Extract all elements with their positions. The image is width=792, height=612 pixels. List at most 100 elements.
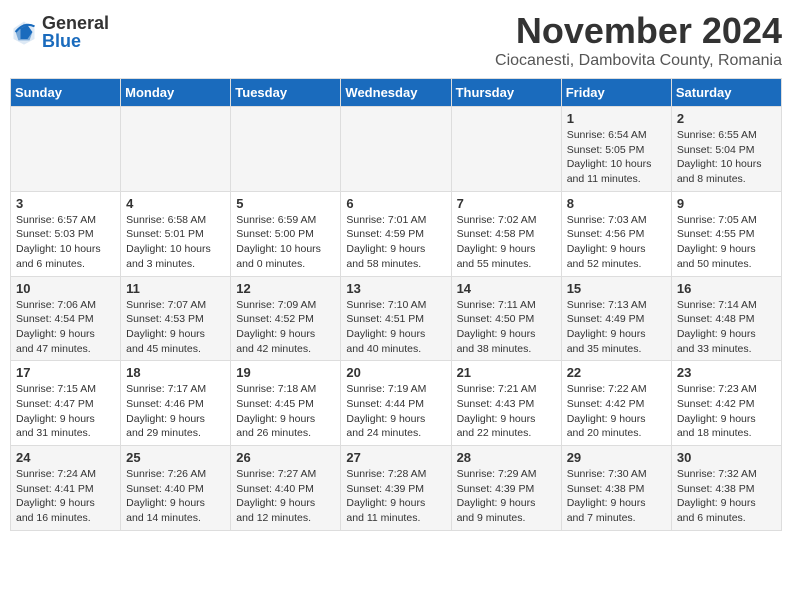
day-info: Sunrise: 7:15 AMSunset: 4:47 PMDaylight:…	[16, 382, 115, 441]
calendar-cell: 2 Sunrise: 6:55 AMSunset: 5:04 PMDaylight…	[671, 107, 781, 192]
weekday-header: Tuesday	[231, 79, 341, 107]
day-info: Sunrise: 6:59 AMSunset: 5:00 PMDaylight:…	[236, 213, 335, 272]
day-number: 16	[677, 281, 776, 296]
day-number: 14	[457, 281, 556, 296]
day-number: 22	[567, 365, 666, 380]
day-number: 21	[457, 365, 556, 380]
day-number: 5	[236, 196, 335, 211]
calendar-cell: 23 Sunrise: 7:23 AMSunset: 4:42 PMDayligh…	[671, 361, 781, 446]
day-info: Sunrise: 7:13 AMSunset: 4:49 PMDaylight:…	[567, 298, 666, 357]
day-number: 24	[16, 450, 115, 465]
day-number: 23	[677, 365, 776, 380]
day-number: 25	[126, 450, 225, 465]
calendar-cell: 22 Sunrise: 7:22 AMSunset: 4:42 PMDayligh…	[561, 361, 671, 446]
day-number: 28	[457, 450, 556, 465]
day-info: Sunrise: 7:29 AMSunset: 4:39 PMDaylight:…	[457, 467, 556, 526]
calendar-cell: 21 Sunrise: 7:21 AMSunset: 4:43 PMDayligh…	[451, 361, 561, 446]
calendar-cell: 13 Sunrise: 7:10 AMSunset: 4:51 PMDayligh…	[341, 276, 451, 361]
calendar-cell: 7 Sunrise: 7:02 AMSunset: 4:58 PMDaylight…	[451, 191, 561, 276]
day-number: 18	[126, 365, 225, 380]
calendar-week-row: 17 Sunrise: 7:15 AMSunset: 4:47 PMDayligh…	[11, 361, 782, 446]
day-number: 26	[236, 450, 335, 465]
day-info: Sunrise: 7:01 AMSunset: 4:59 PMDaylight:…	[346, 213, 445, 272]
calendar-cell: 1Sunrise: 6:54 AMSunset: 5:05 PMDaylight…	[561, 107, 671, 192]
day-info: Sunrise: 7:22 AMSunset: 4:42 PMDaylight:…	[567, 382, 666, 441]
day-number: 2	[677, 111, 776, 126]
day-number: 19	[236, 365, 335, 380]
calendar-cell	[451, 107, 561, 192]
day-info: Sunrise: 7:02 AMSunset: 4:58 PMDaylight:…	[457, 213, 556, 272]
day-number: 17	[16, 365, 115, 380]
calendar-cell: 26 Sunrise: 7:27 AMSunset: 4:40 PMDayligh…	[231, 446, 341, 531]
day-info: Sunrise: 6:58 AMSunset: 5:01 PMDaylight:…	[126, 213, 225, 272]
day-info: Sunrise: 6:57 AMSunset: 5:03 PMDaylight:…	[16, 213, 115, 272]
title-section: November 2024 Ciocanesti, Dambovita Coun…	[495, 10, 782, 70]
day-info: Sunrise: 6:55 AMSunset: 5:04 PMDaylight:…	[677, 128, 776, 187]
weekday-header: Monday	[121, 79, 231, 107]
weekday-header-row: SundayMondayTuesdayWednesdayThursdayFrid…	[11, 79, 782, 107]
calendar-cell: 4Sunrise: 6:58 AMSunset: 5:01 PMDaylight…	[121, 191, 231, 276]
calendar-cell: 3Sunrise: 6:57 AMSunset: 5:03 PMDaylight…	[11, 191, 121, 276]
day-number: 1	[567, 111, 666, 126]
calendar-cell: 12Sunrise: 7:09 AMSunset: 4:52 PMDayligh…	[231, 276, 341, 361]
day-info: Sunrise: 7:24 AMSunset: 4:41 PMDaylight:…	[16, 467, 115, 526]
calendar: SundayMondayTuesdayWednesdayThursdayFrid…	[10, 78, 782, 531]
day-info: Sunrise: 7:32 AMSunset: 4:38 PMDaylight:…	[677, 467, 776, 526]
calendar-cell: 30 Sunrise: 7:32 AMSunset: 4:38 PMDayligh…	[671, 446, 781, 531]
day-info: Sunrise: 7:07 AMSunset: 4:53 PMDaylight:…	[126, 298, 225, 357]
day-number: 15	[567, 281, 666, 296]
calendar-cell: 6 Sunrise: 7:01 AMSunset: 4:59 PMDaylight…	[341, 191, 451, 276]
calendar-cell: 15 Sunrise: 7:13 AMSunset: 4:49 PMDayligh…	[561, 276, 671, 361]
logo: General Blue	[10, 14, 109, 50]
calendar-week-row: 3Sunrise: 6:57 AMSunset: 5:03 PMDaylight…	[11, 191, 782, 276]
calendar-cell: 29Sunrise: 7:30 AMSunset: 4:38 PMDayligh…	[561, 446, 671, 531]
day-info: Sunrise: 7:10 AMSunset: 4:51 PMDaylight:…	[346, 298, 445, 357]
day-number: 12	[236, 281, 335, 296]
day-info: Sunrise: 7:14 AMSunset: 4:48 PMDaylight:…	[677, 298, 776, 357]
calendar-cell: 17 Sunrise: 7:15 AMSunset: 4:47 PMDayligh…	[11, 361, 121, 446]
weekday-header: Thursday	[451, 79, 561, 107]
day-number: 30	[677, 450, 776, 465]
location-title: Ciocanesti, Dambovita County, Romania	[495, 52, 782, 70]
calendar-cell: 16 Sunrise: 7:14 AMSunset: 4:48 PMDayligh…	[671, 276, 781, 361]
calendar-cell	[231, 107, 341, 192]
day-info: Sunrise: 7:21 AMSunset: 4:43 PMDaylight:…	[457, 382, 556, 441]
day-number: 9	[677, 196, 776, 211]
day-info: Sunrise: 7:26 AMSunset: 4:40 PMDaylight:…	[126, 467, 225, 526]
day-info: Sunrise: 7:18 AMSunset: 4:45 PMDaylight:…	[236, 382, 335, 441]
calendar-cell: 25 Sunrise: 7:26 AMSunset: 4:40 PMDayligh…	[121, 446, 231, 531]
day-info: Sunrise: 7:03 AMSunset: 4:56 PMDaylight:…	[567, 213, 666, 272]
weekday-header: Sunday	[11, 79, 121, 107]
day-info: Sunrise: 7:11 AMSunset: 4:50 PMDaylight:…	[457, 298, 556, 357]
weekday-header: Wednesday	[341, 79, 451, 107]
day-number: 20	[346, 365, 445, 380]
logo-text: General Blue	[42, 14, 109, 50]
page-header: General Blue November 2024 Ciocanesti, D…	[10, 10, 782, 70]
logo-icon	[10, 18, 38, 46]
day-number: 7	[457, 196, 556, 211]
calendar-cell	[11, 107, 121, 192]
calendar-cell: 14 Sunrise: 7:11 AMSunset: 4:50 PMDayligh…	[451, 276, 561, 361]
day-info: Sunrise: 7:23 AMSunset: 4:42 PMDaylight:…	[677, 382, 776, 441]
day-info: Sunrise: 7:06 AMSunset: 4:54 PMDaylight:…	[16, 298, 115, 357]
calendar-cell: 19 Sunrise: 7:18 AMSunset: 4:45 PMDayligh…	[231, 361, 341, 446]
day-info: Sunrise: 7:27 AMSunset: 4:40 PMDaylight:…	[236, 467, 335, 526]
calendar-cell: 10 Sunrise: 7:06 AMSunset: 4:54 PMDayligh…	[11, 276, 121, 361]
calendar-cell: 20Sunrise: 7:19 AMSunset: 4:44 PMDayligh…	[341, 361, 451, 446]
calendar-cell: 18Sunrise: 7:17 AMSunset: 4:46 PMDayligh…	[121, 361, 231, 446]
calendar-week-row: 24 Sunrise: 7:24 AMSunset: 4:41 PMDayligh…	[11, 446, 782, 531]
day-number: 6	[346, 196, 445, 211]
calendar-cell: 5 Sunrise: 6:59 AMSunset: 5:00 PMDaylight…	[231, 191, 341, 276]
day-number: 11	[126, 281, 225, 296]
day-number: 29	[567, 450, 666, 465]
day-info: Sunrise: 7:05 AMSunset: 4:55 PMDaylight:…	[677, 213, 776, 272]
calendar-cell	[341, 107, 451, 192]
weekday-header: Saturday	[671, 79, 781, 107]
day-number: 27	[346, 450, 445, 465]
calendar-cell: 27Sunrise: 7:28 AMSunset: 4:39 PMDayligh…	[341, 446, 451, 531]
day-number: 10	[16, 281, 115, 296]
day-number: 13	[346, 281, 445, 296]
calendar-cell: 8 Sunrise: 7:03 AMSunset: 4:56 PMDaylight…	[561, 191, 671, 276]
calendar-week-row: 1Sunrise: 6:54 AMSunset: 5:05 PMDaylight…	[11, 107, 782, 192]
day-number: 8	[567, 196, 666, 211]
